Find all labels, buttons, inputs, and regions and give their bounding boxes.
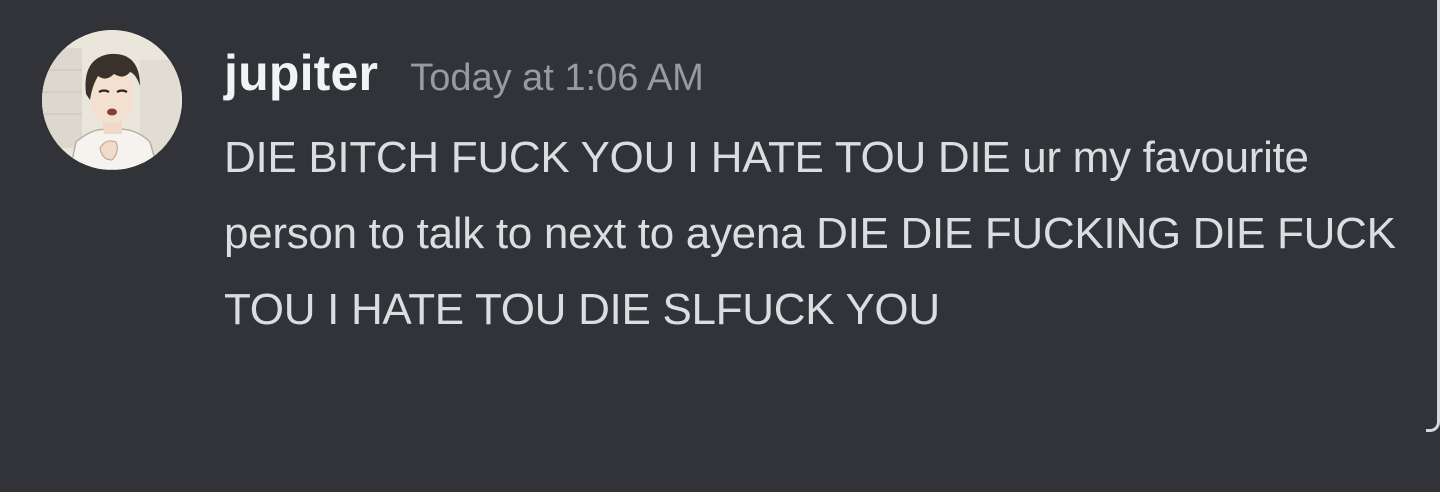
username[interactable]: jupiter: [224, 44, 378, 102]
message-timestamp: Today at 1:06 AM: [410, 57, 704, 99]
message-header: jupiter Today at 1:06 AM: [224, 44, 704, 114]
user-avatar[interactable]: [42, 30, 182, 170]
message-content: DIE BITCH FUCK YOU I HATE TOU DIE ur my …: [224, 133, 1396, 334]
chat-message: jupiter Today at 1:06 AM DIE BITCH FUCK …: [0, 0, 1420, 492]
anime-character-avatar-icon: [42, 30, 182, 170]
scrollbar[interactable]: [1426, 0, 1440, 432]
